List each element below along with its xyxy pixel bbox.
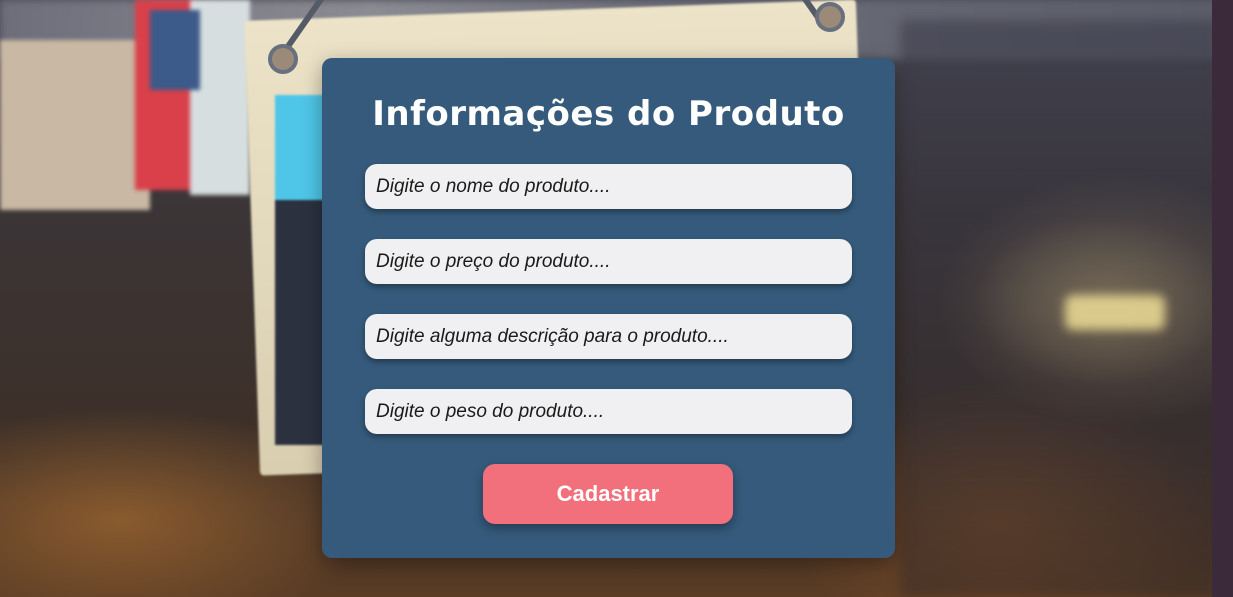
background-sign-hook [268,44,298,74]
register-button[interactable]: Cadastrar [483,464,733,524]
product-price-input[interactable] [365,239,852,284]
product-name-input[interactable] [365,164,852,209]
product-form: Informações do Produto Cadastrar [322,58,895,558]
background-banner [0,40,150,210]
background-sign-hook [815,2,845,32]
background-window [900,20,1220,597]
product-description-input[interactable] [365,314,852,359]
background-window-frame [1212,0,1233,597]
product-weight-input[interactable] [365,389,852,434]
form-title: Informações do Produto [372,94,845,134]
background-banner [150,10,200,90]
background-lamp [1065,295,1165,330]
